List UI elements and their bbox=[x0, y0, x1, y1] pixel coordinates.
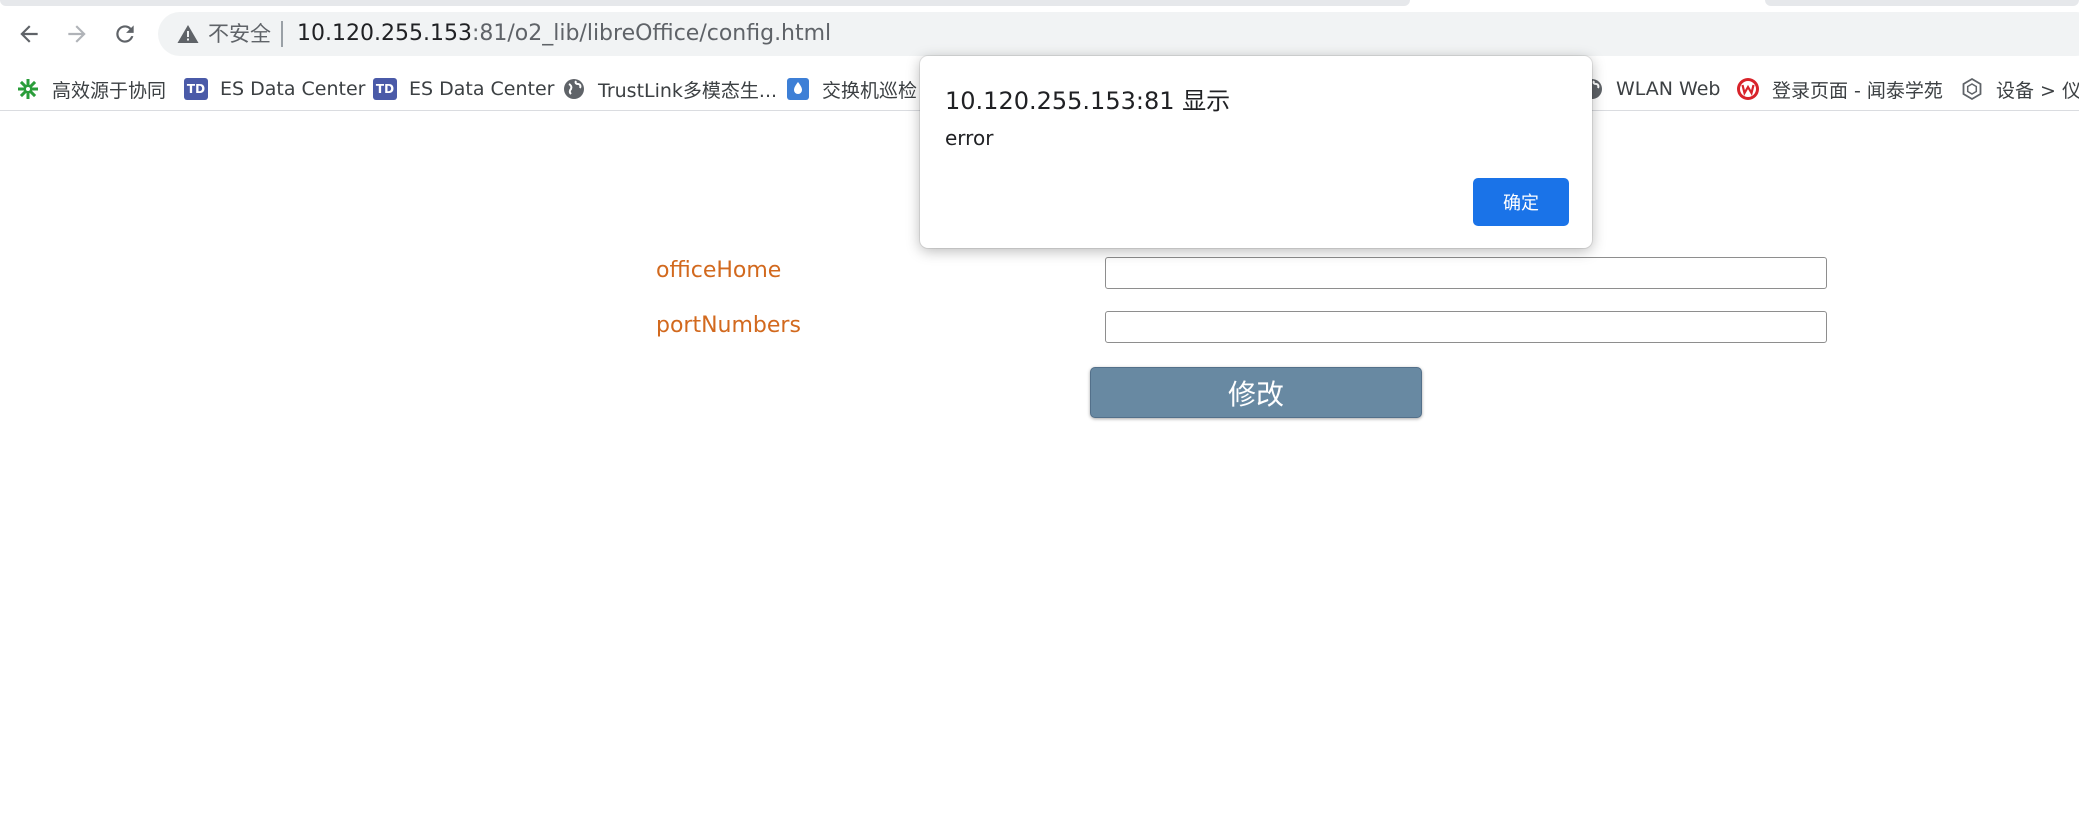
globe-icon bbox=[562, 77, 586, 101]
bookmark-label: ES Data Center bbox=[220, 78, 366, 100]
reload-icon bbox=[116, 25, 134, 43]
hexagon-icon bbox=[1960, 77, 1984, 101]
back-arrow-icon bbox=[20, 25, 38, 43]
bookmark-label: 高效源于协同 bbox=[52, 79, 167, 102]
ok-button[interactable]: 确定 bbox=[1473, 178, 1569, 226]
address-bar[interactable]: 不安全 10.120.255.153:81/o2_lib/libreOffice… bbox=[158, 12, 2079, 56]
bookmark-item[interactable]: 高效源于协同 bbox=[16, 74, 166, 104]
url-path: :81/o2_lib/libreOffice/config.html bbox=[471, 21, 832, 46]
bookmark-label: 登录页面 - 闻泰学苑 bbox=[1772, 79, 1943, 102]
bookmark-label: 交换机巡检 bbox=[822, 79, 918, 102]
bookmark-item[interactable]: TrustLink多模态生... bbox=[562, 74, 777, 104]
port-numbers-input[interactable] bbox=[1105, 311, 1827, 343]
bookmark-label: ES Data Center bbox=[409, 78, 555, 100]
address-separator bbox=[281, 21, 283, 47]
bookmark-label: 设备 > 仪 bbox=[1996, 79, 2079, 102]
bookmark-label: TrustLink多模态生... bbox=[598, 79, 778, 102]
url-text[interactable]: 10.120.255.153:81/o2_lib/libreOffice/con… bbox=[297, 21, 831, 47]
td-icon: TD bbox=[184, 77, 208, 101]
alert-dialog: 10.120.255.153:81 显示 error 确定 bbox=[920, 56, 1592, 248]
back-button[interactable] bbox=[9, 14, 49, 54]
forward-arrow-icon bbox=[68, 25, 86, 43]
bookmark-item[interactable]: TD ES Data Center bbox=[184, 74, 365, 104]
dialog-title: 10.120.255.153:81 显示 bbox=[945, 87, 1231, 115]
bookmark-item[interactable]: 登录页面 - 闻泰学苑 bbox=[1736, 74, 1943, 104]
bookmark-label: WLAN Web bbox=[1616, 78, 1721, 100]
bookmark-item[interactable]: 交换机巡检 bbox=[786, 74, 917, 104]
security-label[interactable]: 不安全 bbox=[208, 22, 271, 46]
td-icon: TD bbox=[373, 77, 397, 101]
forward-button[interactable] bbox=[57, 14, 97, 54]
port-numbers-label: portNumbers bbox=[656, 313, 801, 338]
red-w-icon bbox=[1736, 77, 1760, 101]
url-host: 10.120.255.153 bbox=[297, 21, 472, 46]
modify-button[interactable]: 修改 bbox=[1090, 367, 1422, 418]
green-gear-icon bbox=[16, 77, 40, 101]
reload-button[interactable] bbox=[105, 14, 145, 54]
bookmark-item[interactable]: 设备 > 仪 bbox=[1960, 74, 2079, 104]
bookmark-item[interactable]: WLAN Web bbox=[1580, 74, 1720, 104]
office-home-label: officeHome bbox=[656, 258, 782, 283]
warning-icon bbox=[177, 25, 199, 43]
office-home-input[interactable] bbox=[1105, 257, 1827, 289]
dialog-message: error bbox=[945, 126, 994, 150]
blue-drop-icon bbox=[786, 77, 810, 101]
bookmark-item[interactable]: TD ES Data Center bbox=[373, 74, 554, 104]
